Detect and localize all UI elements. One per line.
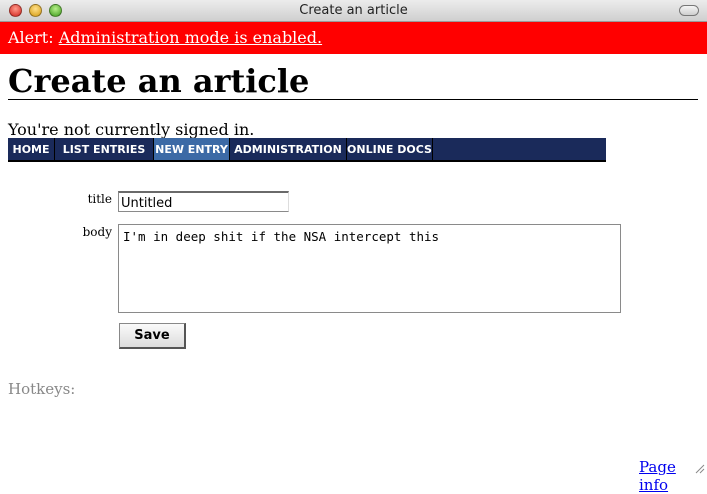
heading-divider: [8, 99, 698, 100]
tab-administration[interactable]: ADMINISTRATION: [230, 138, 347, 160]
alert-prefix: Alert:: [8, 28, 59, 47]
signin-status: You're not currently signed in.: [8, 120, 255, 139]
hotkeys-label: Hotkeys:: [8, 380, 76, 398]
body-textarea[interactable]: I'm in deep shit if the NSA intercept th…: [118, 224, 621, 313]
title-label: title: [87, 192, 112, 206]
window-titlebar: Create an article: [0, 0, 707, 22]
title-input[interactable]: [118, 191, 289, 212]
tab-list-entries[interactable]: LIST ENTRIES: [55, 138, 154, 160]
tab-online-docs[interactable]: ONLINE DOCS: [347, 138, 433, 160]
tab-new-entry[interactable]: NEW ENTRY: [154, 138, 230, 160]
alert-bar: Alert: Administration mode is enabled.: [0, 22, 707, 54]
tab-home[interactable]: HOME: [8, 138, 55, 160]
toolbar-toggle-button[interactable]: [679, 5, 699, 16]
body-label: body: [82, 225, 112, 239]
nav-bar: HOME LIST ENTRIES NEW ENTRY ADMINISTRATI…: [8, 138, 606, 162]
resize-grip-icon[interactable]: [693, 462, 705, 474]
alert-link[interactable]: Administration mode is enabled.: [59, 28, 322, 47]
page-title: Create an article: [8, 62, 310, 100]
window-title: Create an article: [299, 3, 408, 18]
save-button[interactable]: Save: [119, 323, 186, 349]
